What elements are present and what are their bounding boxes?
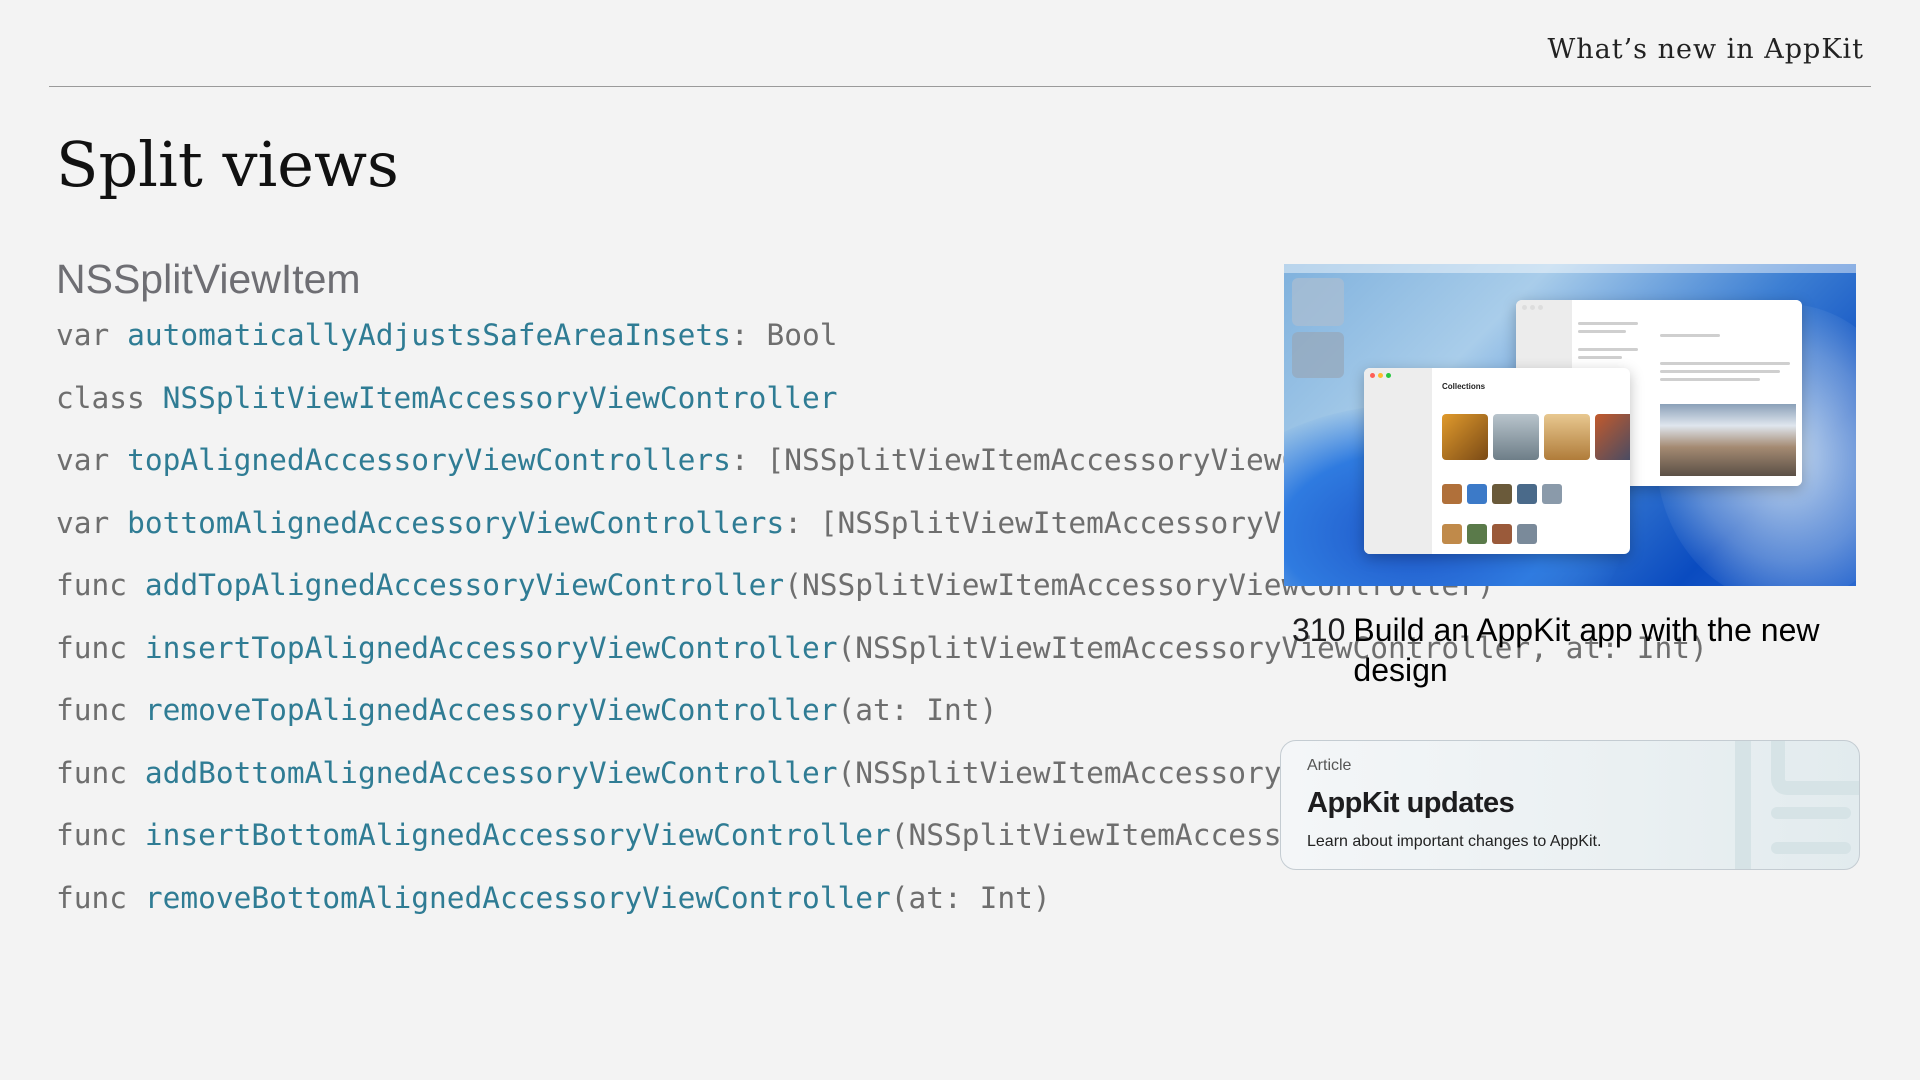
mail-text-line bbox=[1660, 334, 1720, 337]
photos-sidebar bbox=[1364, 368, 1432, 554]
article-card[interactable]: Article AppKit updates Learn about impor… bbox=[1280, 740, 1860, 870]
mail-list-line bbox=[1578, 348, 1638, 351]
code-symbol: addBottomAlignedAccessoryViewController bbox=[144, 755, 838, 790]
photo-tile bbox=[1542, 484, 1562, 504]
code-symbol: NSSplitViewItemAccessoryViewController bbox=[162, 380, 838, 415]
code-line: func removeBottomAlignedAccessoryViewCon… bbox=[56, 881, 1906, 944]
article-title[interactable]: AppKit updates bbox=[1307, 787, 1515, 820]
page-title: Split views bbox=[56, 128, 399, 201]
video-card[interactable]: Collections 310 Build an AppKit app with… bbox=[1284, 264, 1856, 690]
document-icon bbox=[1735, 741, 1859, 869]
code-symbol: addTopAlignedAccessoryViewController bbox=[144, 568, 785, 602]
photo-tile bbox=[1517, 484, 1537, 504]
code-signature: : Bool bbox=[730, 318, 838, 352]
code-symbol: removeTopAlignedAccessoryViewController bbox=[144, 693, 838, 727]
prompt-widget bbox=[1292, 332, 1344, 378]
code-symbol: automaticallyAdjustsSafeAreaInsets bbox=[127, 318, 731, 352]
mail-text-line bbox=[1660, 378, 1760, 381]
photo-tile bbox=[1467, 524, 1487, 544]
window-controls bbox=[1522, 305, 1543, 310]
video-caption[interactable]: 310 Build an AppKit app with the new des… bbox=[1284, 610, 1856, 690]
mail-text-line bbox=[1660, 370, 1780, 373]
code-symbol: bottomAlignedAccessoryViewControllers bbox=[127, 505, 785, 540]
memories-row bbox=[1442, 484, 1562, 504]
code-keyword: var bbox=[56, 318, 110, 352]
session-title[interactable]: Build an AppKit app with the new design bbox=[1353, 610, 1856, 690]
article-kind-label: Article bbox=[1307, 757, 1352, 774]
photo-tile bbox=[1442, 484, 1462, 504]
code-signature: (at: Int) bbox=[837, 693, 998, 727]
video-thumbnail[interactable]: Collections bbox=[1284, 264, 1856, 586]
section-heading: NSSplitViewItem bbox=[56, 256, 361, 302]
code-symbol: topAlignedAccessoryViewControllers bbox=[127, 443, 731, 477]
mail-text-line bbox=[1660, 362, 1790, 365]
photos-window-title: Collections bbox=[1442, 382, 1486, 391]
code-keyword: func bbox=[56, 880, 128, 915]
photo-tile bbox=[1595, 414, 1630, 460]
article-description: Learn about important changes to AppKit. bbox=[1307, 833, 1602, 850]
photo-tile bbox=[1492, 524, 1512, 544]
weather-widget bbox=[1292, 278, 1344, 326]
code-symbol: insertTopAlignedAccessoryViewController bbox=[144, 630, 838, 665]
photos-window: Collections bbox=[1364, 368, 1630, 554]
photo-tile bbox=[1442, 414, 1488, 460]
code-keyword: func bbox=[56, 818, 128, 852]
mail-photo bbox=[1660, 404, 1796, 476]
code-keyword: var bbox=[56, 505, 110, 540]
mail-list-line bbox=[1578, 356, 1622, 359]
mail-list-line bbox=[1578, 330, 1626, 333]
code-symbol: insertBottomAlignedAccessoryViewControll… bbox=[144, 818, 891, 852]
code-keyword: func bbox=[56, 630, 128, 665]
thumbnail-menubar bbox=[1284, 264, 1856, 273]
code-keyword: func bbox=[56, 693, 128, 727]
mail-body bbox=[1652, 300, 1802, 486]
code-keyword: class bbox=[56, 380, 145, 415]
session-number: 310 bbox=[1292, 612, 1346, 648]
photo-tile bbox=[1492, 484, 1512, 504]
mail-list-line bbox=[1578, 322, 1638, 325]
albums-row bbox=[1442, 524, 1537, 544]
code-keyword: func bbox=[56, 755, 128, 790]
pinned-row bbox=[1442, 414, 1630, 460]
photo-tile bbox=[1493, 414, 1539, 460]
code-symbol: removeBottomAlignedAccessoryViewControll… bbox=[144, 880, 891, 915]
header-title: What’s new in AppKit bbox=[1547, 34, 1864, 65]
code-keyword: var bbox=[56, 443, 110, 477]
photo-tile bbox=[1467, 484, 1487, 504]
code-signature: (at: Int) bbox=[890, 880, 1051, 915]
window-controls bbox=[1370, 373, 1391, 378]
photo-tile bbox=[1544, 414, 1590, 460]
code-keyword: func bbox=[56, 568, 128, 602]
photo-tile bbox=[1517, 524, 1537, 544]
photo-tile bbox=[1442, 524, 1462, 544]
header-divider bbox=[49, 86, 1871, 87]
